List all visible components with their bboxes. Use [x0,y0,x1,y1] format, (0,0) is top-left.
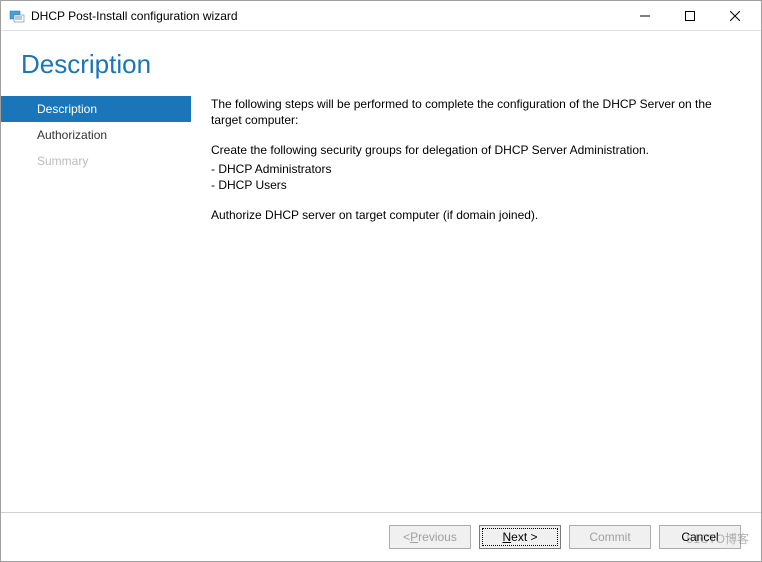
button-mnemonic: N [502,530,511,544]
footer: < Previous Next > Commit Cancel [1,512,761,561]
authorize-text: Authorize DHCP server on target computer… [211,207,731,223]
window-title: DHCP Post-Install configuration wizard [31,9,622,23]
commit-button: Commit [569,525,651,549]
button-label: Commit [589,530,630,544]
header-area: Description [1,31,761,90]
app-icon [9,8,25,24]
sidebar-item-summary: Summary [1,148,191,174]
wizard-window: DHCP Post-Install configuration wizard D… [0,0,762,562]
button-label: Cancel [681,530,718,544]
groups-intro-text: Create the following security groups for… [211,142,731,158]
group-item-users: - DHCP Users [211,177,731,193]
group-item-admins: - DHCP Administrators [211,161,731,177]
close-button[interactable] [712,2,757,30]
next-button[interactable]: Next > [479,525,561,549]
window-controls [622,2,757,30]
button-prefix: < [403,530,410,544]
button-rest: ext > [511,530,537,544]
maximize-button[interactable] [667,2,712,30]
body-area: Description Authorization Summary The fo… [1,90,761,512]
sidebar: Description Authorization Summary [1,90,191,512]
minimize-button[interactable] [622,2,667,30]
titlebar: DHCP Post-Install configuration wizard [1,1,761,31]
cancel-button[interactable]: Cancel [659,525,741,549]
group-list: - DHCP Administrators - DHCP Users [211,161,731,193]
previous-button: < Previous [389,525,471,549]
sidebar-item-label: Authorization [37,128,107,142]
page-title: Description [21,49,741,80]
sidebar-item-label: Description [37,102,97,116]
sidebar-item-authorization[interactable]: Authorization [1,122,191,148]
sidebar-item-label: Summary [37,154,88,168]
intro-text: The following steps will be performed to… [211,96,731,128]
sidebar-item-description[interactable]: Description [1,96,191,122]
content-panel: The following steps will be performed to… [191,90,741,512]
button-rest: revious [418,530,457,544]
button-mnemonic: P [410,530,418,544]
